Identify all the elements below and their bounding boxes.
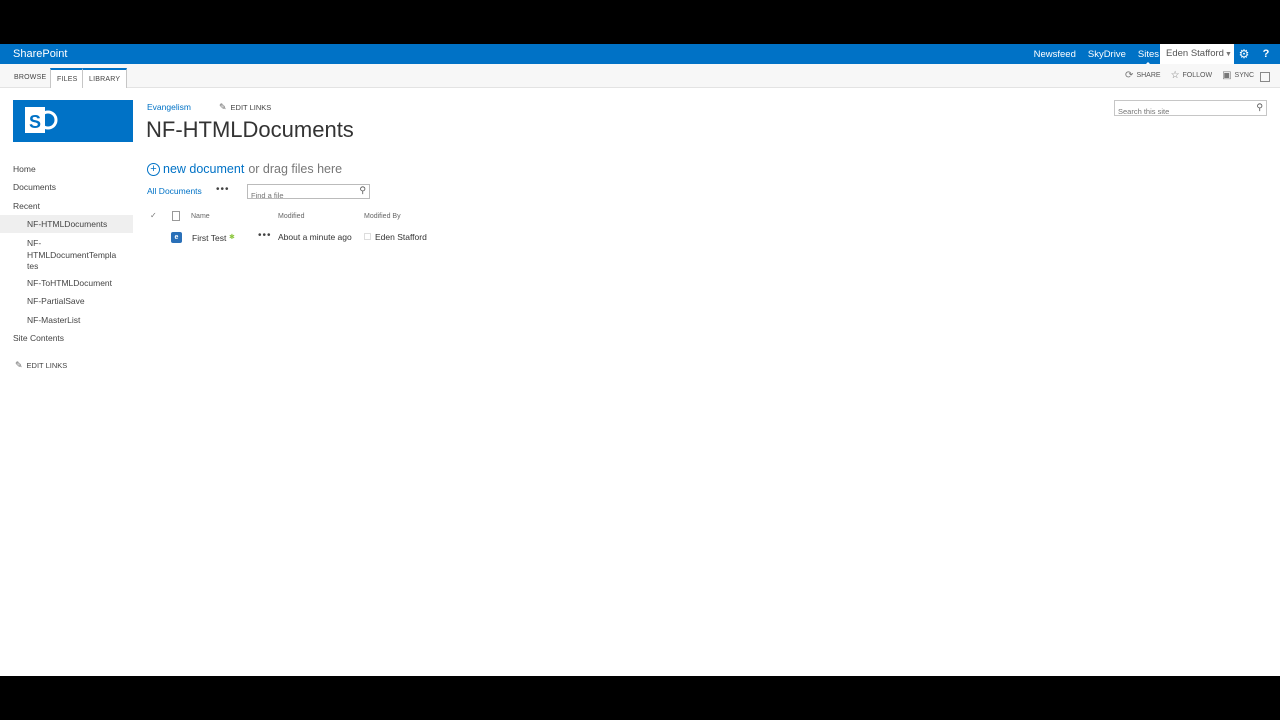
breadcrumb-site-link[interactable]: Evangelism xyxy=(147,102,191,112)
page-title: NF-HTMLDocuments xyxy=(146,117,354,142)
suite-link-skydrive[interactable]: SkyDrive xyxy=(1088,49,1126,60)
find-file-input[interactable] xyxy=(248,189,353,202)
sync-label: SYNC xyxy=(1234,72,1254,79)
user-name: Eden Stafford xyxy=(1166,48,1224,59)
help-icon[interactable]: ? xyxy=(1259,46,1273,62)
share-label: SHARE xyxy=(1136,72,1161,79)
column-header-modified-by[interactable]: Modified By xyxy=(364,213,401,220)
nav-documents[interactable]: Documents xyxy=(13,182,56,192)
presence-icon xyxy=(364,233,371,240)
site-logo[interactable]: S xyxy=(13,100,133,142)
user-menu[interactable]: Eden Stafford▼ xyxy=(1160,44,1234,64)
drag-files-hint: or drag files here xyxy=(248,162,343,176)
edit-links-label: EDIT LINKS xyxy=(230,103,272,112)
letterbox-bottom xyxy=(0,676,1280,720)
gear-icon[interactable]: ⚙ xyxy=(1237,46,1251,62)
suite-link-sites[interactable]: Sites xyxy=(1138,49,1159,66)
nav-recent[interactable]: Recent xyxy=(13,201,40,211)
sharepoint-page: SharePoint Newsfeed SkyDrive Sites Eden … xyxy=(0,44,1280,676)
sync-icon: ▣ xyxy=(1222,70,1232,81)
nav-recent-nf-masterlist[interactable]: NF-MasterList xyxy=(27,315,80,325)
suite-bar: SharePoint Newsfeed SkyDrive Sites Eden … xyxy=(0,44,1280,66)
follow-button[interactable]: ☆ FOLLOW xyxy=(1171,70,1213,81)
select-all-checkmark-icon[interactable]: ✓ xyxy=(150,211,157,220)
find-file-box: ⚲ xyxy=(247,184,370,202)
star-icon: ☆ xyxy=(1170,70,1180,81)
file-name-link[interactable]: First Test xyxy=(192,233,226,243)
column-header-modified[interactable]: Modified xyxy=(278,213,304,220)
follow-label: FOLLOW xyxy=(1182,72,1213,79)
search-site-input[interactable] xyxy=(1115,104,1245,119)
suite-nav: Newsfeed SkyDrive Sites xyxy=(1022,44,1159,66)
suite-link-newsfeed[interactable]: Newsfeed xyxy=(1034,49,1076,60)
page-actions: ⟳ SHARE ☆ FOLLOW ▣ SYNC xyxy=(1115,70,1254,81)
nav-home[interactable]: Home xyxy=(13,164,36,174)
letterbox-top xyxy=(0,0,1280,44)
share-button[interactable]: ⟳ SHARE xyxy=(1125,70,1161,81)
file-modified: About a minute ago xyxy=(278,232,352,242)
chevron-down-icon: ▼ xyxy=(1224,51,1232,58)
view-all-documents[interactable]: All Documents xyxy=(147,186,202,196)
svg-text:S: S xyxy=(29,112,41,132)
nav-line: tes xyxy=(27,261,39,271)
item-menu-ellipsis[interactable]: ••• xyxy=(258,230,272,241)
document-type-icon xyxy=(172,211,180,221)
plus-circle-icon[interactable]: + xyxy=(147,162,160,176)
search-icon[interactable]: ⚲ xyxy=(359,185,366,196)
nav-recent-nf-partialsave[interactable]: NF-PartialSave xyxy=(27,296,85,306)
new-item-icon: ✱ xyxy=(229,234,235,241)
pencil-icon: ✎ xyxy=(15,360,23,370)
nav-line: NF- xyxy=(27,238,42,248)
share-icon: ⟳ xyxy=(1125,70,1134,81)
new-document-link[interactable]: new document xyxy=(163,162,244,176)
focus-on-content-icon[interactable] xyxy=(1260,72,1270,82)
edit-links-top-button[interactable]: ✎ EDIT LINKS xyxy=(219,102,271,113)
nav-recent-nf-tohtmldocument[interactable]: NF-ToHTMLDocument xyxy=(27,278,112,288)
nav-recent-nf-htmldocuments[interactable]: NF-HTMLDocuments xyxy=(27,219,107,229)
html-document-icon: e xyxy=(171,232,182,243)
more-views-ellipsis[interactable]: ••• xyxy=(216,184,230,195)
tab-library[interactable]: LIBRARY xyxy=(82,68,128,88)
nav-site-contents[interactable]: Site Contents xyxy=(13,333,64,343)
edit-links-label: EDIT LINKS xyxy=(26,361,68,370)
search-icon[interactable]: ⚲ xyxy=(1256,102,1263,113)
search-box: ⚲ xyxy=(1114,100,1267,119)
pencil-icon: ✎ xyxy=(219,102,227,112)
file-modified-by[interactable]: Eden Stafford xyxy=(375,232,427,242)
edit-links-nav-button[interactable]: ✎ EDIT LINKS xyxy=(15,360,67,371)
tab-files[interactable]: FILES xyxy=(50,68,85,88)
sync-button[interactable]: ▣ SYNC xyxy=(1222,70,1254,81)
ribbon: BROWSE FILES LIBRARY ⟳ SHARE ☆ FOLLOW ▣ SYN… xyxy=(0,64,1280,88)
new-document-bar: + new document or drag files here xyxy=(147,162,342,176)
nav-recent-nf-htmldocumenttemplates[interactable]: NF- HTMLDocumentTempla tes xyxy=(27,238,127,273)
nav-line: HTMLDocumentTempla xyxy=(27,249,117,260)
tab-browse[interactable]: BROWSE xyxy=(8,68,52,88)
sharepoint-logo-icon: S xyxy=(25,107,58,133)
sharepoint-brand-link[interactable]: SharePoint xyxy=(13,48,67,60)
column-header-name[interactable]: Name xyxy=(191,213,210,220)
